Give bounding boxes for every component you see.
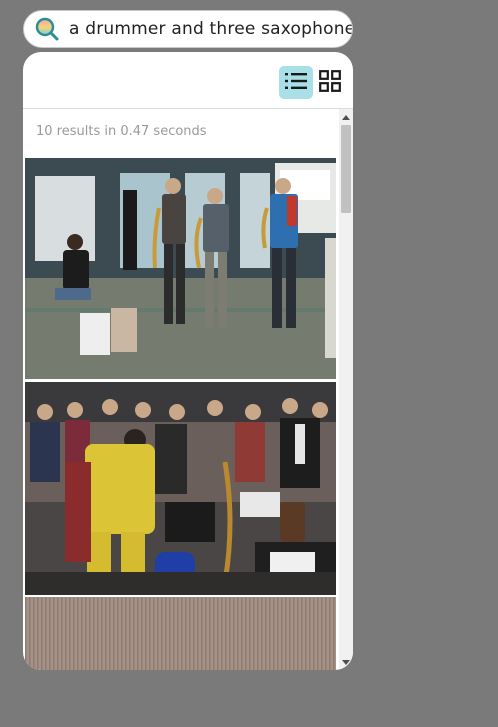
result-image-wood-texture[interactable] <box>25 597 336 670</box>
result-image-street-band[interactable] <box>25 158 336 379</box>
scroll-down-arrow-icon[interactable] <box>342 660 350 665</box>
search-input[interactable]: a drummer and three saxophones <box>69 19 352 39</box>
list-view-icon <box>285 72 307 94</box>
result-summary: 10 results in 0.47 seconds <box>36 124 207 139</box>
search-bar[interactable]: a drummer and three saxophones <box>23 10 353 48</box>
view-toolbar <box>23 52 353 109</box>
results-list[interactable]: 10 results in 0.47 seconds <box>23 109 339 670</box>
results-panel: 10 results in 0.47 seconds <box>23 52 353 670</box>
grid-view-button[interactable] <box>313 66 347 99</box>
results-scrollbar[interactable] <box>339 109 353 670</box>
search-icon[interactable] <box>34 16 60 42</box>
scroll-up-arrow-icon[interactable] <box>342 115 350 120</box>
grid-view-icon <box>319 69 341 96</box>
list-view-button[interactable] <box>279 66 313 99</box>
result-image-crowd-band[interactable] <box>25 382 336 595</box>
scroll-thumb[interactable] <box>341 125 351 213</box>
